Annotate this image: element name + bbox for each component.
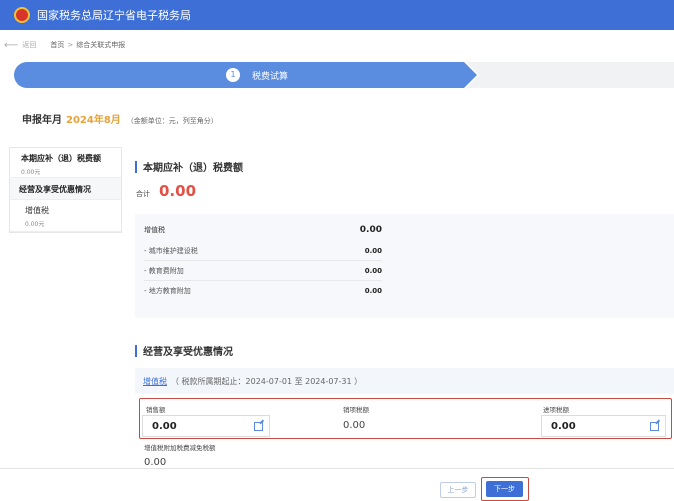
sidebar-item-business-preferential[interactable]: 经营及享受优惠情况 [10,178,121,200]
breadcrumb-separator: > [67,41,74,49]
section-accent-bar [135,344,137,357]
tax-name: - 城市维护建设税 [144,246,198,255]
tax-breakdown-panel: 增值税 0.00 - 城市维护建设税 0.00 - 教育费附加 0.00 - 地… [135,214,674,318]
app-title: 国家税务总局辽宁省电子税务局 [37,9,191,22]
tax-row-education-surcharge: - 教育费附加 0.00 [144,261,382,281]
input-tax-value: 0.00 [551,420,576,432]
tax-value: 0.00 [364,266,382,275]
total-value: 0.00 [159,182,197,200]
declaration-period: 申报年月 2024年8月 （金额单位：元，列至角分） [22,111,218,126]
next-button-highlight: 下一步 [481,477,529,501]
step-progress-shape [14,62,674,88]
sales-amount-field[interactable]: 0.00 [142,415,270,437]
breadcrumb: ⟵ 返回 首页 > 综合关联式申报 [0,37,125,53]
sales-label: 销售额 [146,406,166,414]
period-value: 2024年8月 [66,115,121,126]
section-title-text: 本期应补（退）税费额 [143,163,243,174]
step-number-badge: 1 [226,68,240,82]
tax-emblem-icon [14,7,30,23]
tax-name: 增值税 [144,226,165,234]
input-tax-field[interactable]: 0.00 [541,415,666,437]
tax-value: 0.00 [364,287,382,295]
footer-action-bar: 上一步 下一步 [0,468,674,501]
surcharge-reduction-value: 0.00 [144,457,167,468]
sidebar-item-value: 0.00元 [21,169,41,176]
section-title-text: 经营及享受优惠情况 [143,347,233,358]
sidebar-item-vat[interactable]: 增值税 0.00元 [10,200,121,232]
section-title-business-preferential: 经营及享受优惠情况 [135,343,233,358]
tax-value: 0.00 [359,225,382,235]
input-tax-label: 进项税额 [543,406,569,414]
amount-unit-note: （金额单位：元，列至角分） [126,117,218,125]
top-header: 国家税务总局辽宁省电子税务局 [0,0,674,30]
breadcrumb-home-link[interactable]: 首页 [50,40,64,50]
period-label: 申报年月 [22,115,62,126]
vat-link[interactable]: 增值税 [143,376,167,387]
sidebar-item-value: 0.00元 [25,221,45,228]
tax-name: - 教育费附加 [144,266,184,275]
tax-row-vat: 增值税 0.00 [144,223,382,237]
step-label: 税费试算 [252,72,289,82]
back-arrow-icon: ⟵ [4,39,19,51]
tax-value: 0.00 [364,246,382,255]
side-navigation: 本期应补（退）税费额 0.00元 经营及享受优惠情况 增值税 0.00元 [9,147,122,233]
breadcrumb-current: 综合关联式申报 [76,41,126,49]
sidebar-item-label: 本期应补（退）税费额 [21,154,101,163]
step-progress-bar: 1 税费试算 [14,62,674,88]
vat-period-range: （ 税款所属期起止：2024-07-01 至 2024-07-31 ） [171,376,363,386]
sidebar-item-tax-payable[interactable]: 本期应补（退）税费额 0.00元 [10,148,121,178]
edit-icon[interactable] [254,421,263,431]
vat-period-line: 增值税 （ 税款所属期起止：2024-07-01 至 2024-07-31 ） [135,368,674,394]
section-title-tax-payable: 本期应补（退）税费额 [135,159,243,174]
prev-step-button[interactable]: 上一步 [440,482,476,498]
edit-icon[interactable] [650,421,659,431]
sidebar-item-label: 增值税 [25,206,49,215]
tax-name: - 地方教育附加 [144,287,191,295]
tax-row-local-education-surcharge: - 地方教育附加 0.00 [144,281,382,301]
tax-row-urban-construction: - 城市维护建设税 0.00 [144,241,382,261]
surcharge-reduction-label: 增值税附加税费减免税额 [144,444,216,452]
back-label: 返回 [22,41,37,49]
output-tax-label: 销项税额 [343,406,369,414]
next-step-button[interactable]: 下一步 [486,481,523,497]
total-label: 合计 [136,190,150,198]
sales-amount-value: 0.00 [152,420,177,432]
total-amount: 合计 0.00 [136,182,196,200]
output-tax-value: 0.00 [343,420,366,431]
section-accent-bar [135,160,137,173]
back-button[interactable]: ⟵ 返回 [4,40,36,51]
